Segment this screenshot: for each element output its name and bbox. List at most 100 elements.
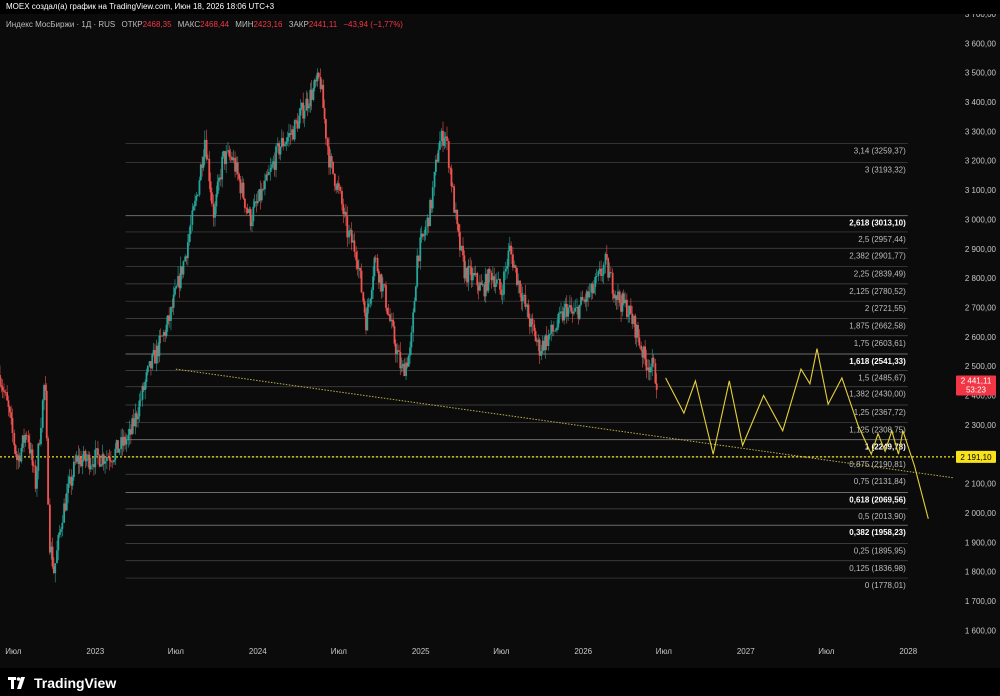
candle-body [282, 137, 285, 147]
candle-body [572, 311, 575, 314]
candle-body [125, 440, 128, 445]
candle-body [494, 283, 497, 287]
candle-body [521, 296, 524, 302]
candle-body [386, 307, 389, 314]
candle-body [359, 268, 362, 271]
tradingview-logo-icon [8, 677, 25, 689]
candle-body [601, 274, 604, 276]
candle-body [608, 272, 611, 278]
fib-level-label: 2,618 (3013,10) [849, 219, 906, 228]
candle-body [73, 461, 75, 478]
candle-body [581, 296, 584, 301]
candle-body [341, 190, 343, 205]
candle-body [27, 435, 30, 443]
fib-level-label: 2,25 (2839,49) [854, 270, 906, 279]
candle-body [609, 272, 612, 273]
bottom-bar: TradingView [0, 668, 1000, 696]
candle-body [81, 460, 84, 467]
price-chart[interactable]: 1 600,00 1 700,00 1 800,00 1 900,00 2 000,00… [0, 0, 1000, 696]
candle-body [127, 435, 130, 441]
candle-body [182, 261, 185, 275]
candle-body [510, 245, 513, 255]
candle-body [605, 254, 608, 259]
y-tick-label: 1 600,00 [965, 626, 997, 635]
candle-body [652, 357, 655, 364]
open-value: 2468,35 [142, 20, 172, 29]
symbol-name[interactable]: Индекс МосБиржи · 1Д · RUS [6, 20, 115, 29]
candle-body [547, 334, 550, 347]
candle-body [433, 171, 436, 188]
support-price-label: 2 191,10 [960, 453, 992, 462]
candle-body [625, 299, 628, 317]
candle-body [308, 106, 310, 109]
candle-body [211, 192, 213, 204]
candle-body [531, 318, 534, 325]
candle-body [624, 299, 626, 304]
candle-body [94, 449, 97, 468]
candle-body [289, 133, 292, 135]
candle-body [14, 445, 17, 455]
candle-body [191, 210, 194, 225]
high-value: 2468,44 [200, 20, 230, 29]
x-tick-label: Июл [331, 647, 348, 656]
candle-body [557, 313, 560, 328]
fib-level-label: 0,125 (1836,98) [849, 564, 906, 573]
candle-body [279, 146, 282, 155]
candle-body [317, 72, 320, 77]
candle-body [507, 250, 510, 266]
open-label: ОТКР [121, 20, 143, 29]
candle-body [209, 181, 212, 193]
candle-body [538, 339, 541, 356]
candle-body [3, 390, 5, 392]
fib-level-label: 3,14 (3259,37) [854, 146, 906, 155]
candle-body [450, 168, 453, 187]
x-tick-label: 2024 [249, 647, 267, 656]
candle-body [325, 119, 327, 139]
tradingview-brand[interactable]: TradingView [8, 675, 116, 691]
candle-body [286, 137, 289, 142]
symbol-legend[interactable]: Индекс МосБиржи · 1Д · RUS ОТКР2468,35 М… [6, 20, 403, 29]
candle-body [139, 399, 142, 401]
candle-body [58, 531, 61, 535]
candle-body [637, 325, 639, 338]
y-tick-label: 3 600,00 [965, 39, 997, 48]
candle-body [355, 251, 358, 261]
countdown-label: 53:23 [966, 385, 987, 394]
candle-body [236, 162, 239, 174]
candle-body [158, 335, 161, 357]
candle-body [284, 144, 286, 147]
candle-body [644, 346, 647, 360]
candle-body [481, 284, 484, 286]
candle-body [556, 327, 558, 331]
candle-body [393, 326, 396, 344]
candle-body [192, 206, 195, 211]
fib-level-label: 2,125 (2780,52) [849, 287, 906, 296]
y-tick-label: 2 500,00 [965, 362, 997, 371]
candle-body [104, 461, 106, 464]
candle-body [47, 438, 49, 505]
candle-body [597, 271, 600, 276]
candle-body [476, 273, 479, 286]
close-value: 2441,11 [308, 20, 338, 29]
change-value: −43,94 (−1,77%) [343, 20, 403, 29]
y-tick-label: 1 800,00 [965, 568, 997, 577]
x-tick-label: 2023 [86, 647, 104, 656]
candle-body [373, 257, 376, 277]
candle-body [558, 313, 561, 315]
chart-background [0, 0, 1000, 696]
candle-body [20, 447, 23, 462]
candle-body [242, 182, 245, 199]
y-tick-label: 2 100,00 [965, 480, 997, 489]
candle-body [360, 270, 363, 293]
x-tick-label: Июл [493, 647, 510, 656]
candle-body [326, 138, 329, 147]
candle-body [363, 301, 366, 313]
candle-body [6, 392, 9, 401]
fib-level-label: 1,25 (2367,72) [854, 408, 906, 417]
fib-level-label: 0,25 (1895,95) [854, 546, 906, 555]
candle-body [296, 120, 299, 129]
candle-body [560, 311, 562, 314]
candle-body [650, 366, 652, 373]
candle-body [161, 335, 163, 337]
candle-body [13, 433, 16, 446]
